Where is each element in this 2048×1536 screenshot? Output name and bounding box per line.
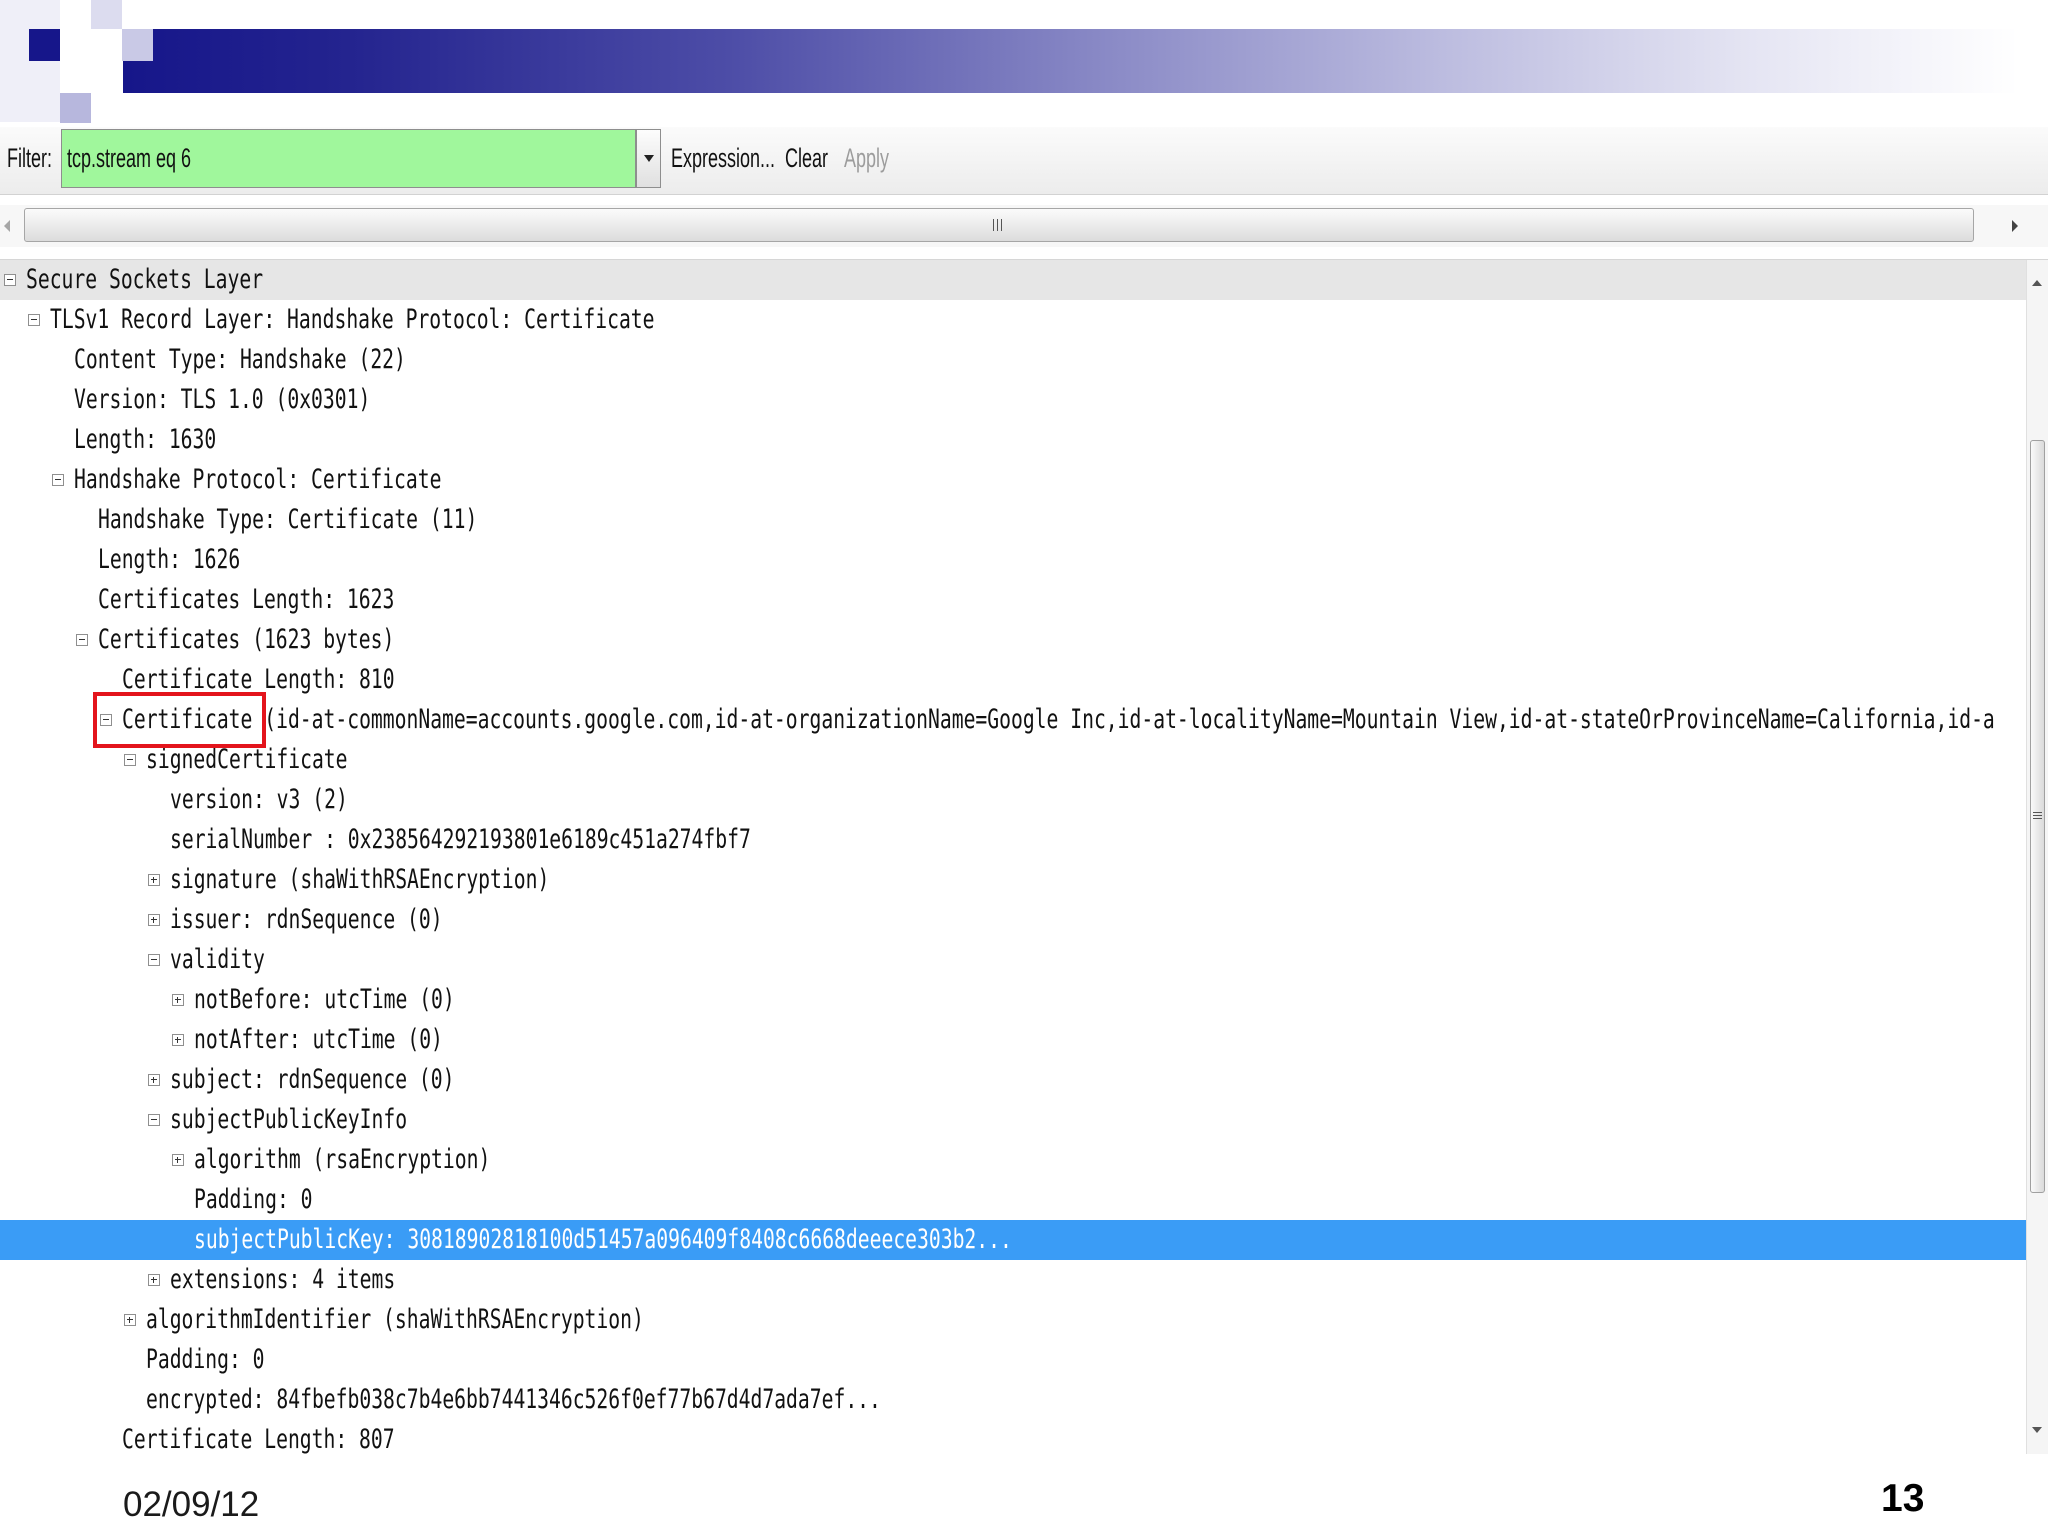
tree-row[interactable]: Version: TLS 1.0 (0x0301): [0, 380, 2026, 420]
horizontal-scrollbar[interactable]: [0, 205, 2048, 247]
vertical-scrollbar[interactable]: [2026, 260, 2048, 1454]
decor-square-lavender: [122, 29, 153, 61]
packet-details-tree: Secure Sockets Layer TLSv1 Record Layer: …: [0, 260, 2026, 1454]
tree-row[interactable]: algorithmIdentifier (shaWithRSAEncryptio…: [0, 1300, 2026, 1340]
tree-row-label: Padding: 0: [194, 1183, 313, 1215]
chevron-down-icon: [644, 155, 654, 162]
slide-title-gradient-bar: [123, 29, 2018, 93]
tree-row-label: Certificate Length: 810: [122, 663, 395, 695]
expand-icon[interactable]: [148, 1074, 160, 1086]
expand-icon[interactable]: [148, 914, 160, 926]
decor-square-white: [60, 61, 91, 93]
tree-row-label: Certificates Length: 1623: [98, 583, 395, 615]
tree-row-label: subjectPublicKeyInfo: [170, 1103, 408, 1135]
arrow-left-icon[interactable]: [4, 220, 10, 232]
collapse-icon[interactable]: [148, 954, 160, 966]
tree-row-label: issuer: rdnSequence (0): [170, 903, 443, 935]
tree-row-label: algorithm (rsaEncryption): [194, 1143, 491, 1175]
expression-button[interactable]: Expression...: [671, 111, 775, 206]
collapse-icon[interactable]: [100, 714, 112, 726]
decor-square-pale: [91, 0, 122, 29]
tree-row-label: Secure Sockets Layer: [26, 263, 264, 295]
tree-row-label: Content Type: Handshake (22): [74, 343, 406, 375]
expand-icon[interactable]: [124, 1314, 136, 1326]
tree-row-label: TLSv1 Record Layer: Handshake Protocol: …: [50, 303, 655, 335]
expand-icon[interactable]: [172, 1034, 184, 1046]
tree-row-label: Length: 1626: [98, 543, 241, 575]
tree-row-text: Certificate (id-at-commonName=accounts.go…: [122, 693, 1995, 747]
filter-toolbar: Filter: Expression... Clear Apply: [0, 127, 2048, 195]
expand-icon[interactable]: [172, 1154, 184, 1166]
tree-row-label: signature (shaWithRSAEncryption): [170, 863, 550, 895]
expand-icon[interactable]: [172, 994, 184, 1006]
clear-button[interactable]: Clear: [785, 111, 828, 206]
tree-row-label: encrypted: 84fbefb038c7b4e6bb7441346c526…: [146, 1383, 881, 1415]
decor-square-light: [0, 0, 60, 122]
tree-row-text: Certificate Length: 807: [122, 1413, 395, 1454]
tree-row-label: Certificates (1623 bytes): [98, 623, 395, 655]
collapse-icon[interactable]: [148, 1114, 160, 1126]
tree-row-label: Handshake Type: Certificate (11): [98, 503, 478, 535]
grip-icon: [991, 219, 1003, 231]
apply-button[interactable]: Apply: [844, 111, 889, 206]
decor-square-mid: [60, 93, 91, 123]
tree-row-label: extensions: 4 items: [170, 1263, 396, 1295]
packet-details-pane: Secure Sockets Layer TLSv1 Record Layer: …: [0, 259, 2048, 1454]
tree-row-label: Handshake Protocol: Certificate: [74, 463, 442, 495]
tree-row-label: Length: 1630: [74, 423, 217, 455]
tree-row-label: signedCertificate: [146, 743, 348, 775]
arrow-up-icon[interactable]: [2032, 280, 2042, 286]
tree-row-label: notAfter: utcTime (0): [194, 1023, 443, 1055]
tree-row-label: subjectPublicKey: 30818902818100d51457a0…: [194, 1223, 1012, 1255]
filter-label: Filter:: [7, 142, 52, 173]
tree-row-label: serialNumber : 0x238564292193801e6189c45…: [170, 823, 751, 855]
grip-icon: [2033, 811, 2042, 821]
tree-row[interactable]: Handshake Type: Certificate (11): [0, 500, 2026, 540]
collapse-icon[interactable]: [28, 314, 40, 326]
tree-row-label: notBefore: utcTime (0): [194, 983, 455, 1015]
tree-row[interactable]: Certificate Length: 807: [0, 1420, 2026, 1454]
expand-icon[interactable]: [148, 874, 160, 886]
expand-icon[interactable]: [148, 1274, 160, 1286]
tree-row[interactable]: issuer: rdnSequence (0): [0, 900, 2026, 940]
collapse-icon[interactable]: [4, 274, 16, 286]
horizontal-scroll-thumb[interactable]: [24, 208, 1974, 242]
tree-row-label: subject: rdnSequence (0): [170, 1063, 455, 1095]
tree-row-label: algorithmIdentifier (shaWithRSAEncryptio…: [146, 1303, 644, 1335]
collapse-icon[interactable]: [124, 754, 136, 766]
tree-row-label: Certificate Length: 807: [122, 1423, 395, 1454]
decor-square-dark: [29, 29, 60, 61]
filter-dropdown-button[interactable]: [636, 129, 661, 188]
slide-number: 13: [1881, 1477, 1925, 1520]
tree-row-label: Version: TLS 1.0 (0x0301): [74, 383, 371, 415]
collapse-icon[interactable]: [76, 634, 88, 646]
arrow-down-icon[interactable]: [2032, 1427, 2042, 1433]
tree-row-label: validity: [170, 943, 265, 975]
tree-row-label: Padding: 0: [146, 1343, 265, 1375]
tree-row-detail: (id-at-commonName=accounts.google.com,id…: [264, 703, 1995, 735]
vertical-scroll-thumb[interactable]: [2030, 440, 2045, 1193]
collapse-icon[interactable]: [52, 474, 64, 486]
tree-row-label: Certificate: [122, 703, 253, 735]
arrow-right-icon[interactable]: [2012, 220, 2018, 232]
filter-combobox[interactable]: [61, 129, 636, 188]
filter-input[interactable]: [62, 130, 635, 187]
slide-date: 02/09/12: [123, 1485, 260, 1524]
tree-row-label: version: v3 (2): [170, 783, 348, 815]
